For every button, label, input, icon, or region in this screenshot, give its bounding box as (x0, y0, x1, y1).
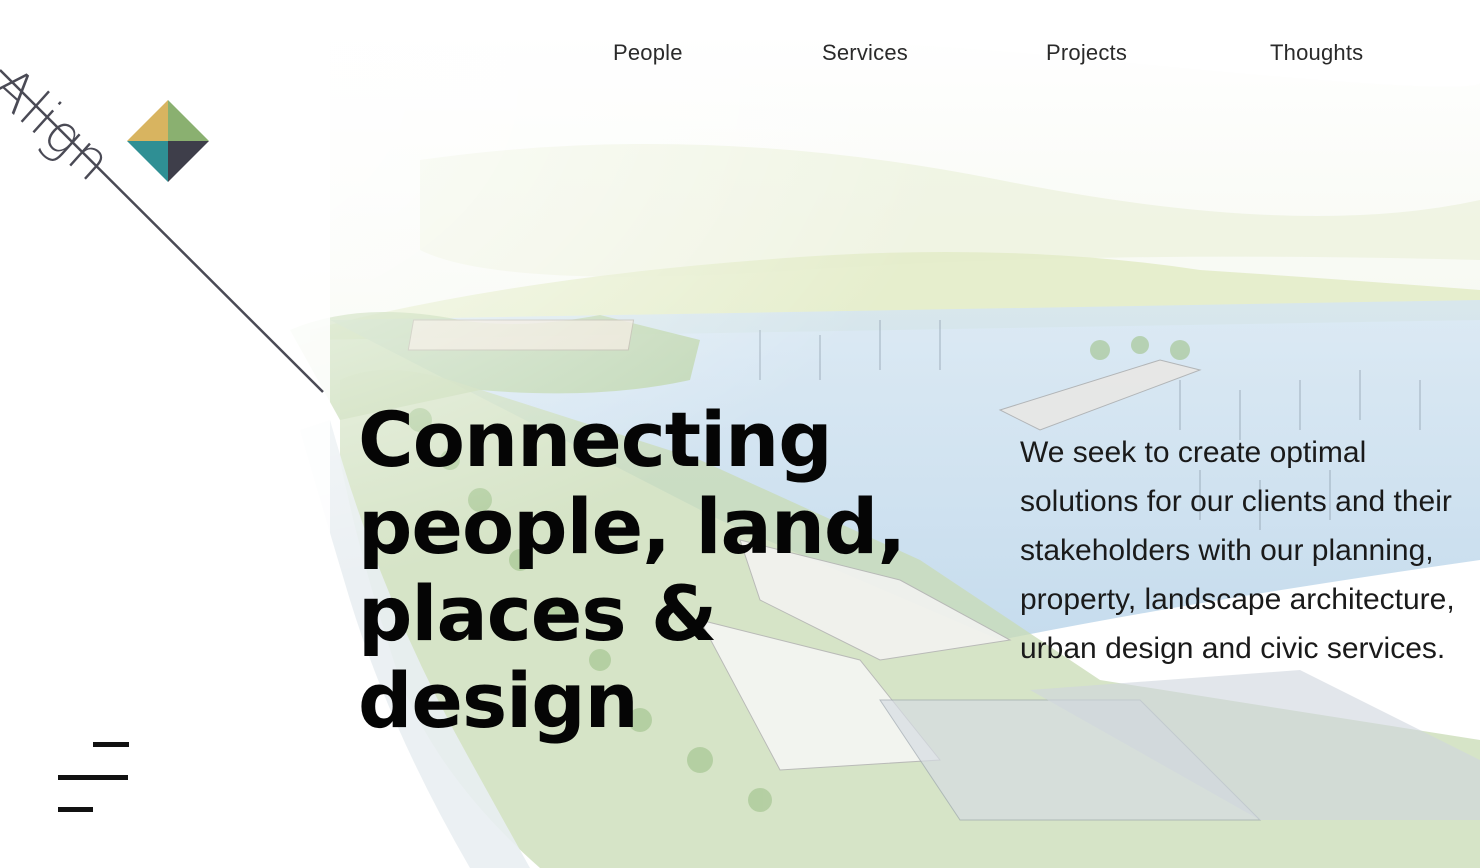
headline-line: design (358, 656, 639, 745)
menu-bar-top (93, 742, 129, 747)
hamburger-menu-icon[interactable] (58, 742, 130, 814)
headline-line: places & (358, 569, 717, 658)
logo-diamond-icon (127, 100, 209, 182)
menu-bar-bottom (58, 807, 93, 812)
nav-people-link[interactable]: People (613, 40, 683, 66)
hero-description: We seek to create optimal solutions for … (1020, 436, 1455, 665)
nav-thoughts-link[interactable]: Thoughts (1270, 40, 1363, 66)
nav-projects-link[interactable]: Projects (1046, 40, 1127, 66)
menu-bar-middle (58, 775, 128, 780)
hero-headline: Connecting people, land, places & design (358, 396, 978, 744)
main-nav: People Services Projects Thoughts (0, 40, 1480, 70)
nav-services-link[interactable]: Services (822, 40, 908, 66)
headline-line: people, land, (358, 482, 906, 571)
headline-line: Connecting (358, 395, 833, 484)
